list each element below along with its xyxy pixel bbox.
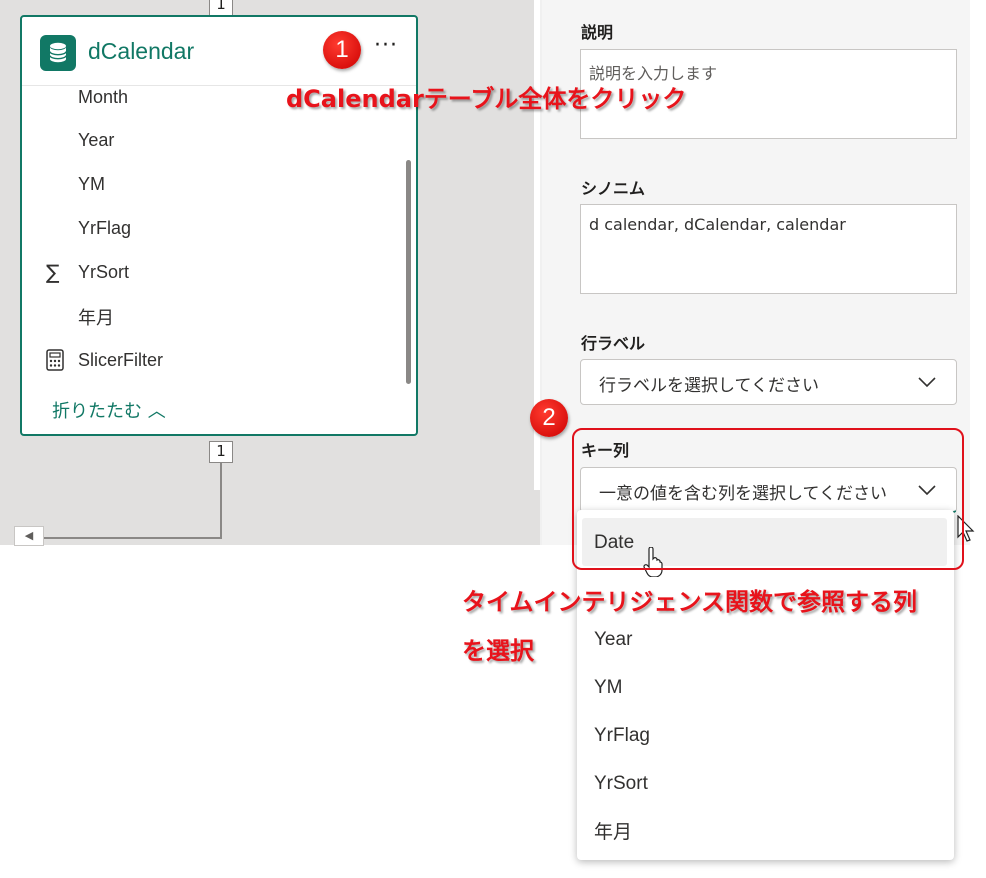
row-label-label: 行ラベル xyxy=(581,334,646,353)
calculator-icon xyxy=(46,349,64,376)
table-card-scrollbar[interactable] xyxy=(406,160,411,384)
key-column-highlight-box xyxy=(572,428,964,570)
more-options-button[interactable]: ··· xyxy=(372,35,400,63)
field-yrsort[interactable]: YrSort xyxy=(78,262,129,283)
annotation-step-2-line2: を選択 xyxy=(462,637,534,665)
database-icon xyxy=(40,35,76,71)
step-badge-1: 1 xyxy=(323,31,361,69)
dropdown-option-nengetsu[interactable]: 年月 xyxy=(594,817,632,844)
chevron-down-icon xyxy=(918,373,936,393)
relationship-line-horizontal[interactable] xyxy=(40,537,222,539)
cardinality-top: 1 xyxy=(209,0,233,16)
table-name: dCalendar xyxy=(88,38,195,64)
step-badge-2: 2 xyxy=(530,399,568,437)
sum-icon: ∑ xyxy=(46,260,60,284)
synonyms-value: d calendar, dCalendar, calendar xyxy=(589,215,846,234)
field-year[interactable]: Year xyxy=(78,130,114,151)
scroll-left-icon[interactable]: ◀ xyxy=(14,526,44,546)
synonyms-label: シノニム xyxy=(581,179,646,198)
description-label: 説明 xyxy=(581,23,614,42)
row-label-selected: 行ラベルを選択してください xyxy=(599,376,819,396)
field-month[interactable]: Month xyxy=(78,87,128,108)
field-nengetsu[interactable]: 年月 xyxy=(78,304,114,330)
annotation-step-2-line1: タイムインテリジェンス関数で参照する列 xyxy=(462,588,918,616)
field-slicerfilter[interactable]: SlicerFilter xyxy=(78,350,163,371)
synonyms-field[interactable]: d calendar, dCalendar, calendar xyxy=(580,204,957,294)
dropdown-option-yrflag[interactable]: YrFlag xyxy=(594,725,650,747)
dropdown-option-ym[interactable]: YM xyxy=(594,677,623,699)
cardinality-bottom: 1 xyxy=(209,441,233,463)
row-label-select[interactable]: 行ラベルを選択してください xyxy=(580,359,957,405)
annotation-step-1: dCalendarテーブル全体をクリック xyxy=(286,85,687,113)
dropdown-option-yrsort[interactable]: YrSort xyxy=(594,773,648,795)
collapse-link[interactable]: 折りたたむ ︿ xyxy=(52,397,166,423)
field-yrflag[interactable]: YrFlag xyxy=(78,218,131,239)
relationship-line-bottom[interactable] xyxy=(220,460,222,538)
field-ym[interactable]: YM xyxy=(78,174,105,195)
dropdown-option-year[interactable]: Year xyxy=(594,629,632,651)
